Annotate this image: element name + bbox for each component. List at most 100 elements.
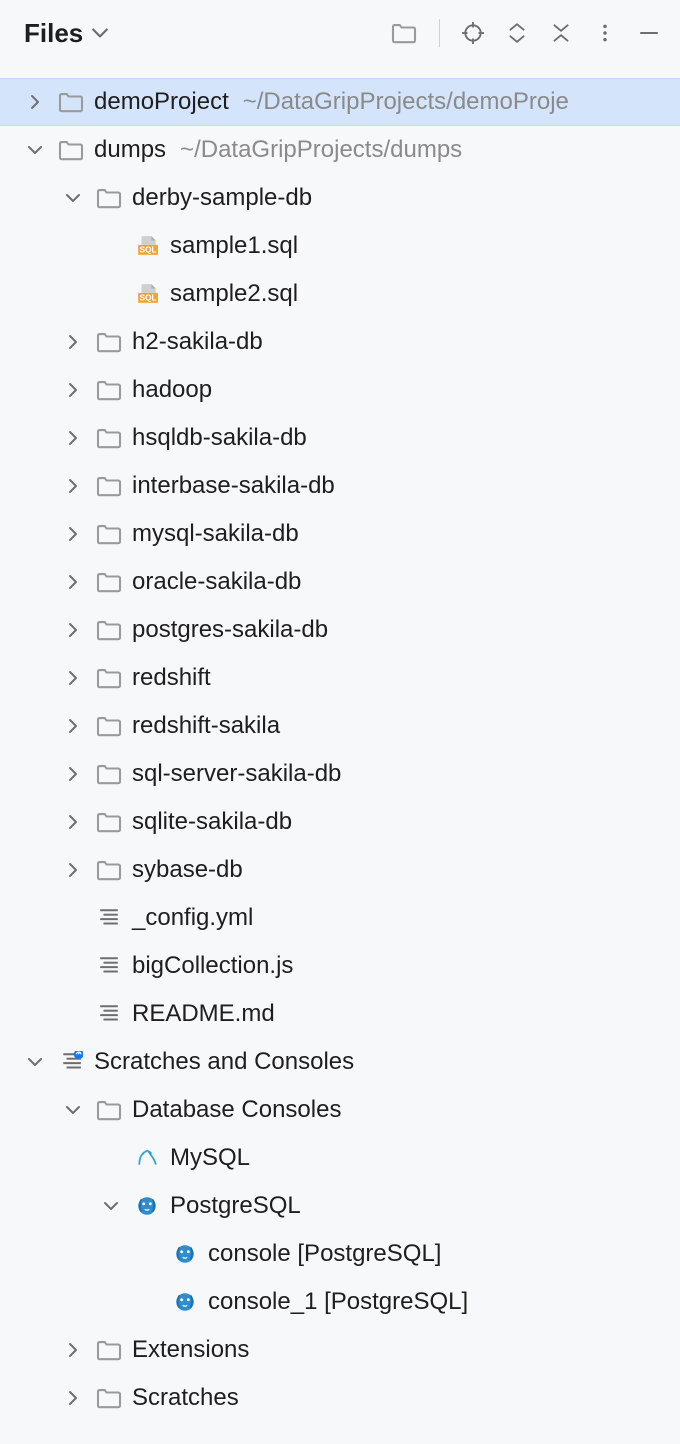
tree-item-label: console [PostgreSQL] — [208, 1240, 441, 1268]
tree-item-label: PostgreSQL — [170, 1192, 301, 1220]
chevron-right-icon[interactable] — [62, 1390, 84, 1406]
tree-row[interactable]: Scratches — [0, 1374, 680, 1422]
tree-row[interactable]: demoProject ~/DataGripProjects/demoProje — [0, 78, 680, 126]
select-opened-file-icon[interactable] — [462, 22, 484, 44]
tree-item-label: bigCollection.js — [132, 952, 293, 980]
chevron-right-icon[interactable] — [62, 478, 84, 494]
tree-item-label: sql-server-sakila-db — [132, 760, 341, 788]
tree-row[interactable]: interbase-sakila-db — [0, 462, 680, 510]
collapse-all-icon[interactable] — [550, 22, 572, 44]
tree-item-label: console_1 [PostgreSQL] — [208, 1288, 468, 1316]
folder-icon — [94, 859, 124, 881]
file-tree: demoProject~/DataGripProjects/demoProjed… — [0, 72, 680, 1422]
tree-item-label: sample1.sql — [170, 232, 298, 260]
more-options-icon[interactable] — [594, 22, 616, 44]
folder-icon — [94, 379, 124, 401]
tree-row[interactable]: mysql-sakila-db — [0, 510, 680, 558]
chevron-right-icon[interactable] — [62, 526, 84, 542]
tree-row[interactable]: MySQL — [0, 1134, 680, 1182]
chevron-down-icon[interactable] — [62, 1102, 84, 1118]
folder-icon — [94, 1099, 124, 1121]
tree-item-label: Scratches and Consoles — [94, 1048, 354, 1076]
minimize-icon[interactable] — [638, 22, 660, 44]
tree-item-label: postgres-sakila-db — [132, 616, 328, 644]
tree-item-label: MySQL — [170, 1144, 250, 1172]
folder-icon — [94, 187, 124, 209]
chevron-right-icon[interactable] — [24, 94, 46, 110]
tree-row[interactable]: sql-server-sakila-db — [0, 750, 680, 798]
tree-item-path: ~/DataGripProjects/dumps — [180, 136, 462, 164]
chevron-right-icon[interactable] — [62, 622, 84, 638]
folder-icon — [94, 1339, 124, 1361]
folder-icon — [56, 91, 86, 113]
tree-row[interactable]: oracle-sakila-db — [0, 558, 680, 606]
tree-item-label: redshift — [132, 664, 211, 692]
tree-item-path: ~/DataGripProjects/demoProje — [243, 88, 569, 116]
chevron-right-icon[interactable] — [62, 1342, 84, 1358]
chevron-right-icon[interactable] — [62, 814, 84, 830]
tree-row[interactable]: console [PostgreSQL] — [0, 1230, 680, 1278]
textfile-icon — [94, 955, 124, 977]
sql-icon — [132, 235, 162, 257]
tree-row[interactable]: Extensions — [0, 1326, 680, 1374]
mysql-icon — [132, 1147, 162, 1169]
new-folder-icon[interactable] — [391, 22, 417, 44]
tree-item-label: _config.yml — [132, 904, 253, 932]
tree-row[interactable]: PostgreSQL — [0, 1182, 680, 1230]
tree-row[interactable]: postgres-sakila-db — [0, 606, 680, 654]
tree-row[interactable]: Database Consoles — [0, 1086, 680, 1134]
folder-icon — [94, 475, 124, 497]
tree-item-label: oracle-sakila-db — [132, 568, 301, 596]
divider — [439, 19, 440, 47]
folder-icon — [94, 523, 124, 545]
tree-row[interactable]: sample1.sql — [0, 222, 680, 270]
tree-row[interactable]: Scratches and Consoles — [0, 1038, 680, 1086]
tree-row[interactable]: hadoop — [0, 366, 680, 414]
tree-row[interactable]: hsqldb-sakila-db — [0, 414, 680, 462]
chevron-right-icon[interactable] — [62, 382, 84, 398]
folder-icon — [94, 1387, 124, 1409]
tree-row[interactable]: redshift — [0, 654, 680, 702]
sql-icon — [132, 283, 162, 305]
tree-row[interactable]: derby-sample-db — [0, 174, 680, 222]
tree-item-label: derby-sample-db — [132, 184, 312, 212]
chevron-down-icon[interactable] — [24, 142, 46, 158]
chevron-down-icon[interactable] — [24, 1054, 46, 1070]
tree-row[interactable]: sample2.sql — [0, 270, 680, 318]
chevron-right-icon[interactable] — [62, 766, 84, 782]
chevron-right-icon[interactable] — [62, 430, 84, 446]
chevron-right-icon[interactable] — [62, 670, 84, 686]
panel-actions — [391, 19, 660, 47]
tree-item-label: Scratches — [132, 1384, 239, 1412]
tree-item-label: Extensions — [132, 1336, 249, 1364]
folder-icon — [94, 811, 124, 833]
textfile-icon — [94, 907, 124, 929]
tree-row[interactable]: dumps ~/DataGripProjects/dumps — [0, 126, 680, 174]
tree-item-label: mysql-sakila-db — [132, 520, 299, 548]
chevron-right-icon[interactable] — [62, 718, 84, 734]
tree-item-label: sqlite-sakila-db — [132, 808, 292, 836]
expand-all-icon[interactable] — [506, 22, 528, 44]
chevron-down-icon[interactable] — [62, 190, 84, 206]
tree-row[interactable]: _config.yml — [0, 894, 680, 942]
tree-row[interactable]: sybase-db — [0, 846, 680, 894]
tree-item-label: dumps — [94, 136, 166, 164]
tree-row[interactable]: redshift-sakila — [0, 702, 680, 750]
panel-header: Files — [0, 0, 680, 72]
chevron-right-icon[interactable] — [62, 574, 84, 590]
tree-row[interactable]: sqlite-sakila-db — [0, 798, 680, 846]
folder-icon — [94, 571, 124, 593]
tree-row[interactable]: console_1 [PostgreSQL] — [0, 1278, 680, 1326]
tree-item-label: hadoop — [132, 376, 212, 404]
tree-row[interactable]: README.md — [0, 990, 680, 1038]
folder-icon — [94, 331, 124, 353]
chevron-right-icon[interactable] — [62, 334, 84, 350]
chevron-right-icon[interactable] — [62, 862, 84, 878]
tree-row[interactable]: h2-sakila-db — [0, 318, 680, 366]
chevron-down-icon[interactable] — [100, 1198, 122, 1214]
tree-row[interactable]: bigCollection.js — [0, 942, 680, 990]
tree-item-label: README.md — [132, 1000, 275, 1028]
tree-item-label: demoProject — [94, 88, 229, 116]
panel-title-dropdown[interactable]: Files — [24, 18, 109, 49]
tree-item-label: interbase-sakila-db — [132, 472, 335, 500]
